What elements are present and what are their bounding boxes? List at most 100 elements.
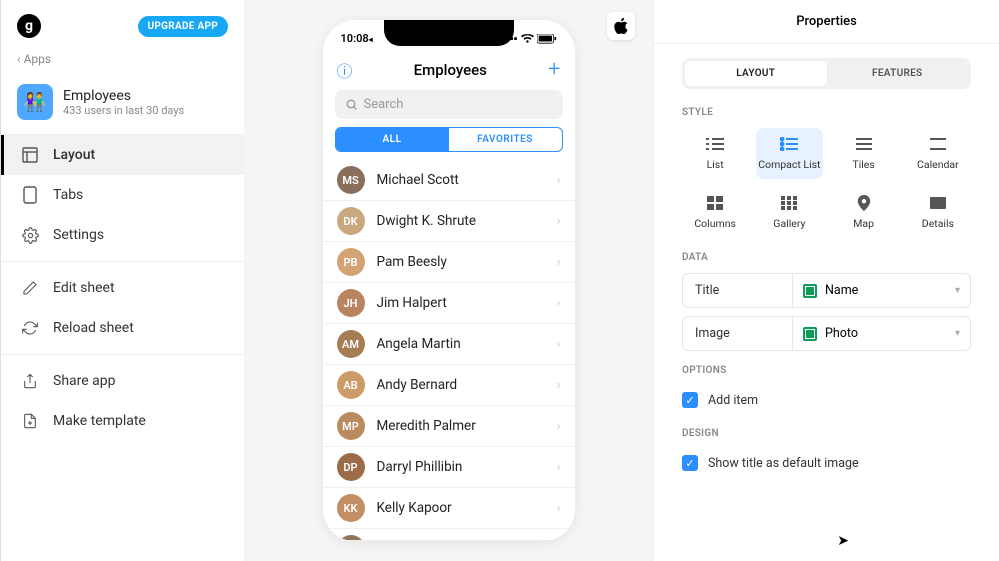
style-icon: [779, 195, 799, 211]
app-subtitle: 433 users in last 30 days: [63, 104, 184, 117]
style-details[interactable]: Details: [905, 187, 971, 238]
style-icon: [928, 195, 948, 211]
avatar: KK: [337, 494, 365, 522]
layout-icon: [21, 146, 39, 164]
segment-favorites[interactable]: FAVORITES: [449, 128, 562, 151]
list-item[interactable]: DKDwight K. Shrute›: [323, 201, 575, 242]
wifi-icon: [521, 34, 534, 44]
search-placeholder: Search: [364, 97, 404, 112]
list-item[interactable]: ABAndy Bernard›: [323, 365, 575, 406]
chevron-right-icon: ›: [557, 337, 561, 352]
upgrade-button[interactable]: UPGRADE APP: [138, 16, 229, 37]
checkbox-icon[interactable]: ✓: [682, 455, 698, 471]
search-input[interactable]: Search: [335, 90, 563, 119]
style-compact-list[interactable]: Compact List: [756, 128, 822, 179]
chevron-down-icon: ▾: [955, 328, 960, 339]
nav-settings[interactable]: Settings: [1, 215, 244, 255]
list-item[interactable]: MP Meredith Palmer ›: [323, 406, 575, 447]
segment-control[interactable]: ALL FAVORITES: [335, 127, 563, 152]
style-columns[interactable]: Columns: [682, 187, 748, 238]
search-icon: [345, 98, 358, 111]
style-icon: [705, 195, 725, 211]
nav-layout[interactable]: Layout: [1, 135, 244, 175]
style-label: Compact List: [758, 158, 820, 171]
cursor-icon: ➤: [837, 533, 849, 549]
style-icon: [779, 136, 799, 152]
reload-icon: [21, 319, 39, 337]
chevron-right-icon: ›: [557, 460, 561, 475]
nav-tabs[interactable]: Tabs: [1, 175, 244, 215]
style-label: List: [707, 158, 724, 171]
employee-name: Dwight K. Shrute: [377, 213, 545, 229]
style-icon: [854, 136, 874, 152]
tab-bar: [323, 540, 575, 541]
sheets-icon: [803, 327, 817, 341]
data-field-title[interactable]: TitleName▾: [682, 273, 971, 308]
info-icon[interactable]: ⓘ: [337, 58, 353, 82]
chevron-right-icon: ›: [557, 173, 561, 188]
logo[interactable]: g: [17, 14, 41, 38]
section-style: STYLE: [682, 107, 971, 118]
style-label: Details: [922, 217, 954, 230]
reload-sheet[interactable]: Reload sheet: [1, 308, 244, 348]
employee-name: Andy Bernard: [377, 377, 545, 393]
chevron-right-icon: ›: [557, 214, 561, 229]
employee-name: Darryl Phillibin: [377, 459, 545, 475]
data-field-image[interactable]: ImagePhoto▾: [682, 316, 971, 351]
platform-apple-button[interactable]: [607, 12, 635, 40]
style-calendar[interactable]: Calendar: [905, 128, 971, 179]
chevron-down-icon: ▾: [955, 285, 960, 296]
section-design: DESIGN: [682, 428, 971, 439]
chevron-right-icon: ›: [557, 419, 561, 434]
preview-area: 10:08◂ ▪▪▪▪ ⓘ Employees + Search ALL FAV…: [244, 0, 653, 561]
avatar: MS: [337, 166, 365, 194]
style-grid: List Compact List Tiles Calendar Columns Gall…: [682, 128, 971, 238]
list-item[interactable]: JHJim Halpert›: [323, 283, 575, 324]
app-card[interactable]: 👫 Employees 433 users in last 30 days: [1, 78, 244, 134]
chevron-right-icon: ›: [557, 501, 561, 516]
edit-sheet[interactable]: Edit sheet: [1, 268, 244, 308]
sidebar: g UPGRADE APP ‹ Apps 👫 Employees 433 use…: [0, 0, 244, 561]
style-gallery[interactable]: Gallery: [756, 187, 822, 238]
option-show-title[interactable]: ✓ Show title as default image: [682, 449, 971, 477]
avatar: JH: [337, 289, 365, 317]
list-item[interactable]: PB Pam Beesly ›: [323, 242, 575, 283]
option-add-item[interactable]: ✓ Add item: [682, 386, 971, 414]
style-label: Gallery: [773, 217, 805, 230]
share-icon: [21, 372, 39, 390]
list-item[interactable]: AMAngela Martin›: [323, 324, 575, 365]
list-item[interactable]: MS Michael Scott ›: [323, 160, 575, 201]
style-icon: [854, 195, 874, 211]
employee-name: Michael Scott: [377, 172, 545, 188]
list-item[interactable]: DPDarryl Phillibin›: [323, 447, 575, 488]
phone-preview: 10:08◂ ▪▪▪▪ ⓘ Employees + Search ALL FAV…: [323, 20, 575, 541]
list-item[interactable]: CBCreed Bratton›: [323, 529, 575, 540]
avatar: CB: [337, 535, 365, 540]
properties-panel: Properties LAYOUT FEATURES STYLE ListCom…: [653, 0, 999, 561]
app-icon: 👫: [17, 84, 53, 120]
chevron-right-icon: ›: [557, 296, 561, 311]
tab-features[interactable]: FEATURES: [827, 61, 969, 86]
style-tiles[interactable]: Tiles: [831, 128, 897, 179]
add-icon[interactable]: +: [548, 57, 560, 82]
back-to-apps[interactable]: ‹ Apps: [1, 44, 244, 78]
chevron-right-icon: ›: [557, 255, 561, 270]
battery-icon: [537, 34, 557, 44]
status-time: 10:08◂: [341, 32, 373, 45]
employee-name: Meredith Palmer: [377, 418, 545, 434]
avatar: PB: [337, 248, 365, 276]
employee-list: MSMichael Scott›DKDwight K. Shrute›PBPam…: [323, 160, 575, 540]
employee-name: Pam Beesly: [377, 254, 545, 270]
tab-layout[interactable]: LAYOUT: [685, 61, 827, 86]
style-label: Columns: [694, 217, 736, 230]
style-list[interactable]: List: [682, 128, 748, 179]
field-label: Title: [683, 274, 793, 307]
segment-all[interactable]: ALL: [336, 128, 449, 151]
checkbox-icon[interactable]: ✓: [682, 392, 698, 408]
avatar: MP: [337, 412, 365, 440]
share-app[interactable]: Share app: [1, 361, 244, 401]
style-label: Tiles: [852, 158, 874, 171]
style-map[interactable]: Map: [831, 187, 897, 238]
list-item[interactable]: KKKelly Kapoor›: [323, 488, 575, 529]
make-template[interactable]: Make template: [1, 401, 244, 441]
